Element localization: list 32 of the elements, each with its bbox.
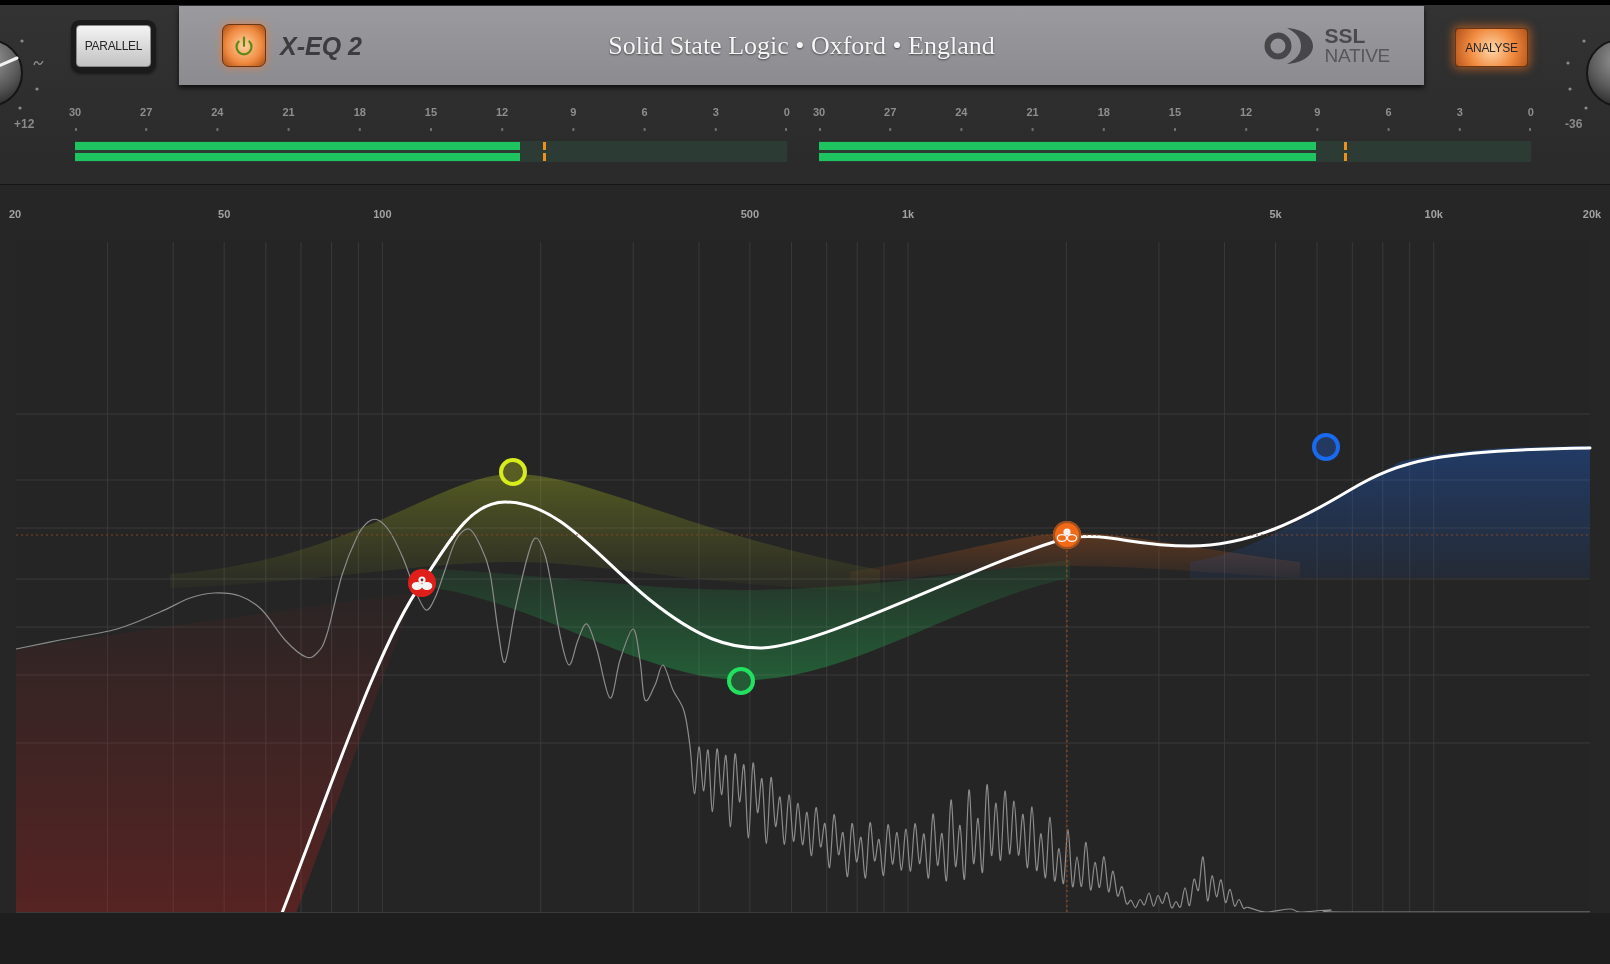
meter-scale-label: 12 — [495, 105, 510, 119]
meter-scale-label: 24 — [210, 105, 225, 119]
meter-scale-label: 0 — [782, 105, 791, 119]
meter-scale-label: 12 — [1239, 105, 1254, 119]
product-name: X-EQ 2 — [280, 30, 362, 61]
knob-value-label: +12 — [14, 117, 36, 131]
brand-subtitle: NATIVE — [1324, 45, 1390, 66]
meter-scale-label: 24 — [954, 105, 969, 119]
meter-scale-label: 30 — [811, 105, 827, 119]
meter-scale-label: 0 — [1526, 105, 1535, 119]
meter-scale-label: 27 — [139, 105, 154, 119]
meter-scale-label: 18 — [352, 105, 367, 119]
meter-scale-label: 30 — [67, 105, 83, 119]
meter-scale-label: 15 — [423, 105, 439, 119]
power-button[interactable] — [222, 24, 266, 67]
meter-scale-label: 3 — [711, 105, 720, 119]
meter-scale-label: 6 — [1384, 105, 1393, 119]
plate-title: Solid State Logic • Oxford • England — [608, 29, 995, 62]
power-icon — [234, 35, 254, 56]
meter-scale-label: 27 — [883, 105, 898, 119]
meter-scale-label: 9 — [1313, 105, 1322, 119]
ring-logo-icon — [1262, 25, 1314, 66]
analyse-button[interactable]: ANALYSE — [1455, 28, 1528, 67]
meter-scale-label: 15 — [1167, 105, 1183, 119]
meter-scale-label: 21 — [281, 105, 296, 119]
brand-name: SSL — [1324, 25, 1367, 46]
meter-scale-label: 3 — [1455, 105, 1464, 119]
meter-scale-label: 6 — [640, 105, 649, 119]
knob-value-label: -36 — [1565, 117, 1584, 131]
meter-scale-label: 21 — [1025, 105, 1040, 119]
meter-scale-label: 9 — [569, 105, 578, 119]
meter-scale-label: 18 — [1096, 105, 1111, 119]
